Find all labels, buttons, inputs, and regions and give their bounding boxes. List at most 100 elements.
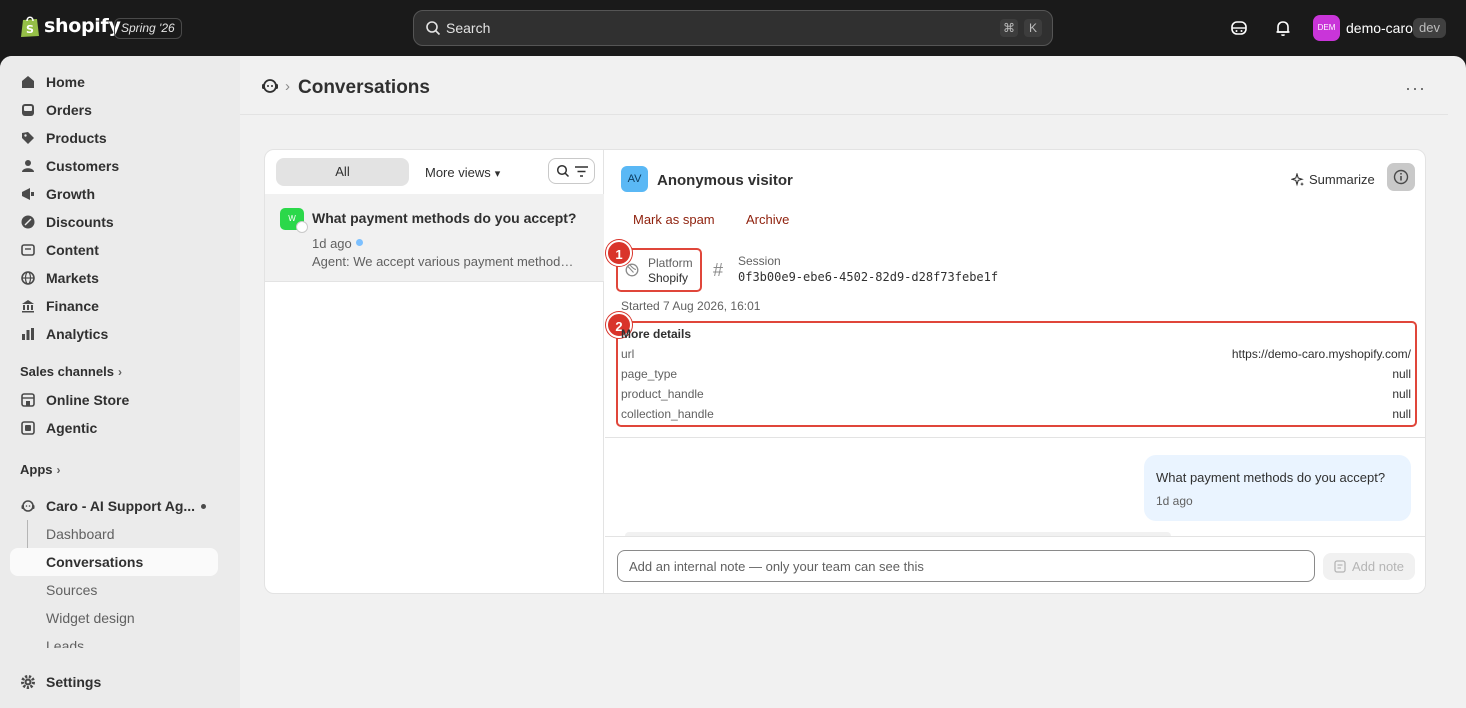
sidebar-item-discounts[interactable]: Discounts bbox=[10, 208, 218, 236]
sidebar-item-label: Growth bbox=[46, 186, 95, 202]
conversation-avatar-initial: W bbox=[288, 214, 296, 223]
app-headset-icon[interactable] bbox=[260, 77, 280, 95]
sidebar-item-label: Online Store bbox=[46, 392, 130, 408]
sidebar-item-orders[interactable]: Orders bbox=[10, 96, 218, 124]
sidebar-subitem-leads[interactable]: Leads bbox=[10, 632, 218, 648]
summarize-button[interactable]: Summarize bbox=[1291, 172, 1375, 187]
internal-note-bar: Add note bbox=[605, 536, 1425, 593]
sidekick-icon[interactable] bbox=[1229, 18, 1249, 38]
sidebar-item-settings[interactable]: Settings bbox=[10, 668, 218, 696]
discount-icon bbox=[21, 215, 35, 229]
inbox-icon bbox=[22, 104, 34, 116]
sidebar-item-label: Agentic bbox=[46, 420, 98, 436]
chevron-down-icon: ▾ bbox=[494, 168, 501, 180]
archive-button[interactable]: Archive bbox=[746, 212, 789, 227]
tab-all[interactable]: All bbox=[276, 158, 409, 186]
platform-value: Shopify bbox=[648, 271, 689, 285]
add-note-button[interactable]: Add note bbox=[1323, 553, 1415, 580]
add-note-label: Add note bbox=[1351, 559, 1405, 574]
sidebar-subitem-conversations[interactable]: Conversations bbox=[10, 548, 218, 576]
detail-key: page_type bbox=[621, 367, 678, 381]
search-icon bbox=[556, 164, 570, 178]
visitor-avatar: AV bbox=[621, 166, 648, 192]
sidebar: Home Orders Products Customers Growth Di… bbox=[0, 56, 240, 708]
store-name[interactable]: demo-caro bbox=[1346, 20, 1413, 36]
visitor-name: Anonymous visitor bbox=[657, 172, 793, 189]
app-pinned-dot bbox=[201, 504, 206, 509]
breadcrumb-chevron-icon: › bbox=[285, 78, 290, 95]
sidebar-item-online-store[interactable]: Online Store bbox=[10, 386, 218, 414]
globe-icon bbox=[21, 271, 35, 285]
detail-value: null bbox=[1392, 407, 1411, 421]
shortcut-cmd-key: ⌘ bbox=[1000, 19, 1018, 37]
sidebar-subitem-label: Sources bbox=[46, 582, 98, 598]
tab-more-views-label: More views bbox=[425, 165, 491, 180]
page-title: Conversations bbox=[298, 77, 430, 98]
message-text: What payment methods do you accept? bbox=[1156, 470, 1386, 485]
sidebar-item-home[interactable]: Home bbox=[10, 68, 218, 96]
sidebar-item-label: Orders bbox=[46, 102, 92, 118]
search-filter-button[interactable] bbox=[548, 158, 595, 184]
mark-as-spam-button[interactable]: Mark as spam bbox=[633, 212, 715, 227]
sidebar-subitem-dashboard[interactable]: Dashboard bbox=[10, 520, 218, 548]
sidebar-item-markets[interactable]: Markets bbox=[10, 264, 218, 292]
sidebar-subitem-sources[interactable]: Sources bbox=[10, 576, 218, 604]
info-button[interactable] bbox=[1387, 163, 1415, 191]
conversation-preview: Agent: We accept various payment methods… bbox=[312, 254, 574, 269]
bell-icon[interactable] bbox=[1273, 18, 1293, 38]
agentic-icon bbox=[21, 421, 35, 435]
sidebar-item-content[interactable]: Content bbox=[10, 236, 218, 264]
internal-note-input[interactable] bbox=[617, 550, 1315, 582]
customer-message-bubble: What payment methods do you accept? 1d a… bbox=[1144, 455, 1411, 521]
started-time: Started 7 Aug 2026, 16:01 bbox=[621, 299, 761, 313]
sidebar-item-products[interactable]: Products bbox=[10, 124, 218, 152]
sidebar-subitem-label: Conversations bbox=[46, 554, 144, 570]
conversation-avatar: W bbox=[280, 208, 308, 233]
env-badge: dev bbox=[1413, 18, 1446, 38]
sidebar-item-label: Finance bbox=[46, 298, 99, 314]
detail-key: product_handle bbox=[621, 387, 704, 401]
sidebar-item-label: Home bbox=[46, 74, 85, 90]
content-icon bbox=[21, 244, 35, 256]
sidebar-item-finance[interactable]: Finance bbox=[10, 292, 218, 320]
sidebar-item-growth[interactable]: Growth bbox=[10, 180, 218, 208]
sidebar-item-customers[interactable]: Customers bbox=[10, 152, 218, 180]
platform-label: Platform bbox=[648, 256, 693, 270]
edition-badge[interactable]: Spring '26 bbox=[114, 18, 182, 39]
shopify-bag-icon: S bbox=[21, 16, 39, 37]
tab-more-views[interactable]: More views ▾ bbox=[425, 165, 500, 180]
sidebar-subitem-widget-design[interactable]: Widget design bbox=[10, 604, 218, 632]
more-actions-icon[interactable]: ··· bbox=[1405, 78, 1427, 98]
details-divider bbox=[605, 437, 1425, 438]
apps-heading[interactable]: Apps › bbox=[20, 462, 61, 477]
chart-icon bbox=[22, 328, 34, 340]
detail-key: collection_handle bbox=[621, 407, 714, 421]
conversation-title: What payment methods do you accept? bbox=[312, 210, 577, 226]
shopify-logo[interactable]: S shopify bbox=[20, 14, 121, 38]
filter-icon bbox=[575, 166, 588, 177]
store-avatar[interactable]: DEM bbox=[1313, 15, 1340, 41]
person-icon bbox=[22, 160, 34, 172]
svg-text:S: S bbox=[26, 23, 34, 36]
sidebar-item-label: Markets bbox=[46, 270, 99, 286]
tag-icon bbox=[22, 132, 34, 144]
sidebar-subitem-label: Widget design bbox=[46, 610, 135, 626]
chevron-right-icon: › bbox=[56, 463, 61, 477]
sparkle-icon bbox=[1291, 172, 1304, 186]
sidebar-item-caro-app[interactable]: Caro - AI Support Ag... bbox=[10, 492, 218, 520]
session-label: Session bbox=[738, 254, 781, 268]
channel-badge-icon bbox=[296, 221, 308, 233]
sidebar-subitem-label: Dashboard bbox=[46, 526, 115, 542]
sidebar-item-analytics[interactable]: Analytics bbox=[10, 320, 218, 348]
list-item[interactable]: W What payment methods do you accept? 1d… bbox=[265, 194, 604, 282]
sidebar-item-label: Settings bbox=[46, 674, 102, 690]
sidebar-item-agentic[interactable]: Agentic bbox=[10, 414, 218, 442]
header-divider bbox=[240, 114, 1448, 115]
sales-channels-heading[interactable]: Sales channels › bbox=[20, 364, 122, 379]
megaphone-icon bbox=[22, 188, 34, 200]
sales-channels-label: Sales channels bbox=[20, 364, 114, 379]
hash-icon: # bbox=[713, 260, 724, 280]
detail-value: null bbox=[1392, 367, 1411, 381]
global-search[interactable]: Search ⌘ K bbox=[413, 10, 1053, 46]
top-bar: S shopify Spring '26 Search ⌘ K DEM demo… bbox=[0, 0, 1466, 56]
